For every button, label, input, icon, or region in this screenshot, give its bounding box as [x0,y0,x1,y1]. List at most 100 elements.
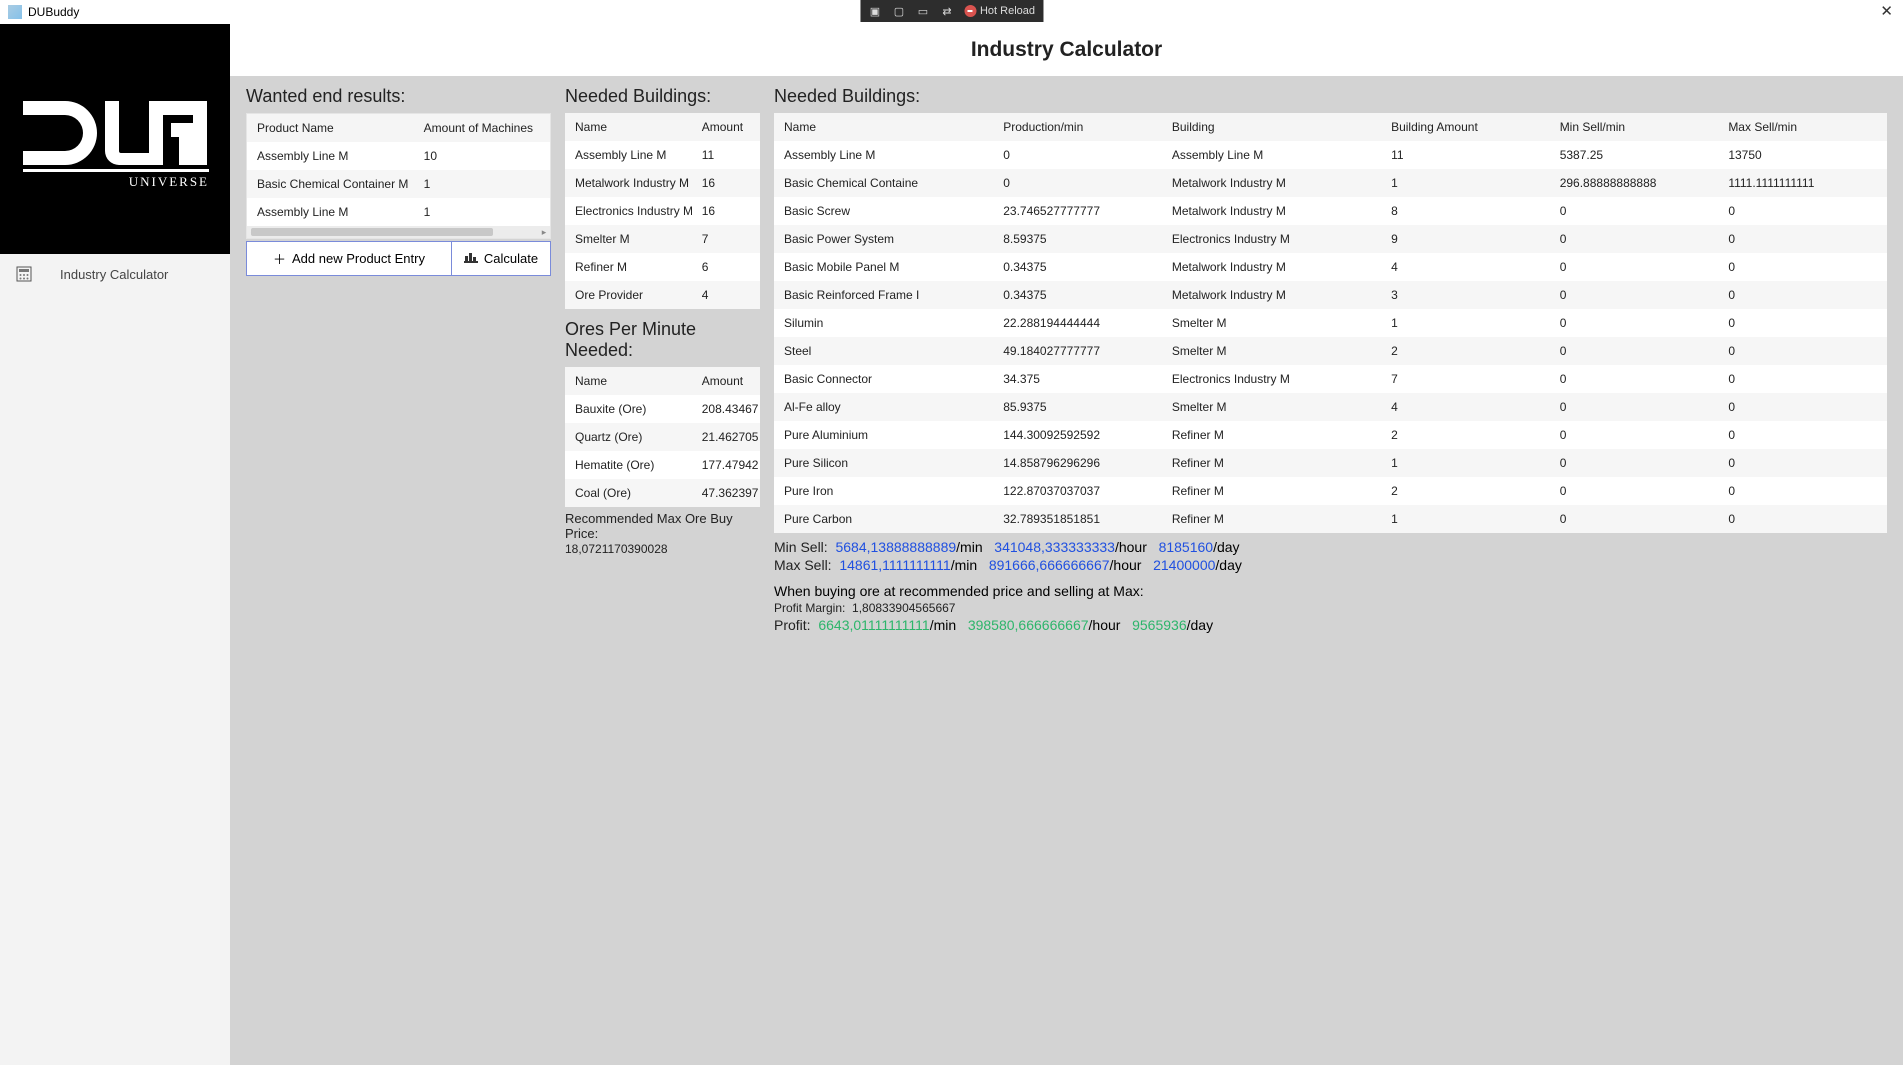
table-row[interactable]: Assembly Line M1 [247,198,550,226]
table-cell: Assembly Line M [565,141,692,169]
needed2-col-prod[interactable]: Production/min [993,113,1162,141]
table-cell: Refiner M [1162,449,1381,477]
needed1-col-name[interactable]: Name [565,113,692,141]
table-cell: 0 [993,169,1162,197]
table-cell: 0 [1718,225,1887,253]
table-row[interactable]: Electronics Industry M16 [565,197,760,225]
table-cell: 0 [1550,281,1719,309]
sidebar-item-industry-calculator[interactable]: Industry Calculator [0,254,230,294]
table-row[interactable]: Quartz (Ore)21.462705 [565,423,760,451]
table-row[interactable]: Pure Iron122.87037037037Refiner M200 [774,477,1887,505]
table-cell: Basic Chemical Container M [247,170,414,198]
table-cell: Pure Carbon [774,505,993,533]
table-cell: Pure Iron [774,477,993,505]
needed2-table[interactable]: Name Production/min Building Building Am… [774,113,1887,533]
table-cell: Refiner M [565,253,692,281]
ores-col-amount[interactable]: Amount [692,367,760,395]
table-cell: 0.34375 [993,281,1162,309]
table-cell: 11 [692,141,760,169]
calculate-button[interactable]: Calculate [451,241,551,276]
table-cell: Assembly Line M [247,142,414,170]
table-row[interactable]: Smelter M7 [565,225,760,253]
table-cell: 16 [692,169,760,197]
scroll-thumb[interactable] [251,228,493,236]
table-row[interactable]: Basic Screw23.746527777777Metalwork Indu… [774,197,1887,225]
unit-day: /day [1213,539,1239,555]
table-row[interactable]: Assembly Line M11 [565,141,760,169]
table-cell: 8.59375 [993,225,1162,253]
debug-icon-4[interactable]: ⇄ [940,4,954,18]
table-row[interactable]: Assembly Line M0Assembly Line M115387.25… [774,141,1887,169]
table-row[interactable]: Silumin22.288194444444Smelter M100 [774,309,1887,337]
wanted-table[interactable]: Product Name Amount of Machines Assembly… [247,114,550,226]
table-row[interactable]: Bauxite (Ore)208.43467 [565,395,760,423]
debug-icon-3[interactable]: ▭ [916,4,930,18]
table-cell: Refiner M [1162,421,1381,449]
add-product-entry-button[interactable]: ＋ Add new Product Entry [246,241,451,276]
needed2-col-bamt[interactable]: Building Amount [1381,113,1550,141]
table-cell: 7 [692,225,760,253]
table-cell: 4 [1381,393,1550,421]
wanted-col-product[interactable]: Product Name [247,114,414,142]
table-cell: Assembly Line M [774,141,993,169]
table-row[interactable]: Basic Chemical Containe0Metalwork Indust… [774,169,1887,197]
needed1-table[interactable]: Name Amount Assembly Line M11Metalwork I… [565,113,760,309]
table-row[interactable]: Metalwork Industry M16 [565,169,760,197]
hot-reload-button[interactable]: Hot Reload [964,5,1035,17]
table-row[interactable]: Basic Power System8.59375Electronics Ind… [774,225,1887,253]
table-cell: Electronics Industry M [1162,365,1381,393]
needed2-col-max[interactable]: Max Sell/min [1718,113,1887,141]
wanted-col-amount[interactable]: Amount of Machines [414,114,550,142]
table-row[interactable]: Steel49.184027777777Smelter M200 [774,337,1887,365]
ores-table[interactable]: Name Amount Bauxite (Ore)208.43467Quartz… [565,367,760,507]
table-cell: Metalwork Industry M [1162,253,1381,281]
ores-heading: Ores Per Minute Needed: [565,319,760,361]
table-row[interactable]: Basic Chemical Container M1 [247,170,550,198]
close-icon[interactable]: ✕ [1880,2,1893,20]
table-cell: 2 [1381,421,1550,449]
table-row[interactable]: Ore Provider4 [565,281,760,309]
table-cell: 1 [1381,449,1550,477]
needed1-col-amount[interactable]: Amount [692,113,760,141]
sidebar: UNIVERSE Industry Calculator [0,24,230,1065]
profit-min: 6643,01111111111 [818,617,929,633]
table-cell: 0 [1550,197,1719,225]
table-row[interactable]: Basic Reinforced Frame I0.34375Metalwork… [774,281,1887,309]
table-cell: 13750 [1718,141,1887,169]
hot-reload-label: Hot Reload [980,5,1035,17]
debug-icon-1[interactable]: ▣ [868,4,882,18]
table-cell: 0 [1718,253,1887,281]
table-cell: 0 [1718,281,1887,309]
table-row[interactable]: Pure Silicon14.858796296296Refiner M100 [774,449,1887,477]
recommended-ore-price-value: 18,0721170390028 [565,542,668,556]
table-row[interactable]: Pure Carbon32.789351851851Refiner M100 [774,505,1887,533]
table-row[interactable]: Al-Fe alloy85.9375Smelter M400 [774,393,1887,421]
min-sell-min: 5684,13888888889 [835,539,956,555]
wanted-heading: Wanted end results: [246,86,551,107]
table-cell: 0 [1550,505,1719,533]
table-cell: 4 [692,281,760,309]
table-cell: Refiner M [1162,505,1381,533]
needed2-col-building[interactable]: Building [1162,113,1381,141]
profit-margin-value: 1,80833904565667 [852,601,955,615]
table-row[interactable]: Pure Aluminium144.30092592592Refiner M20… [774,421,1887,449]
debug-icon-2[interactable]: ▢ [892,4,906,18]
table-row[interactable]: Refiner M6 [565,253,760,281]
table-cell: Steel [774,337,993,365]
table-row[interactable]: Assembly Line M10 [247,142,550,170]
needed2-col-name[interactable]: Name [774,113,993,141]
page-title: Industry Calculator [230,38,1903,62]
table-cell: 0 [1718,365,1887,393]
wanted-h-scrollbar[interactable]: ◂ ▸ [247,226,550,238]
table-row[interactable]: Basic Mobile Panel M0.34375Metalwork Ind… [774,253,1887,281]
table-row[interactable]: Basic Connector34.375Electronics Industr… [774,365,1887,393]
chart-icon [464,251,478,266]
max-sell-day: 21400000 [1153,557,1215,573]
table-row[interactable]: Coal (Ore)47.362397 [565,479,760,507]
table-cell: Hematite (Ore) [565,451,692,479]
needed2-col-min[interactable]: Min Sell/min [1550,113,1719,141]
ores-col-name[interactable]: Name [565,367,692,395]
table-cell: Smelter M [565,225,692,253]
scroll-right-icon[interactable]: ▸ [538,226,550,238]
table-row[interactable]: Hematite (Ore)177.47942 [565,451,760,479]
